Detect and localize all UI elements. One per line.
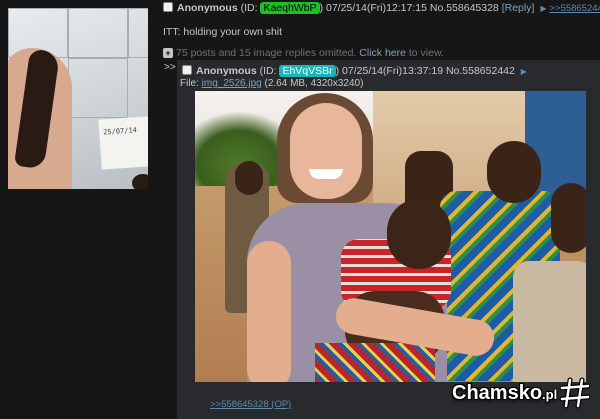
watermark-domain: .pl	[542, 386, 558, 402]
op-comment: ITT: holding your own shit	[163, 26, 283, 38]
click-here-link[interactable]: Click here	[359, 47, 406, 59]
chamsko-watermark: Chamsko.pl	[452, 377, 591, 409]
op-post-header: Anonymous (ID: KaeqhWbP) 07/25/14(Fri)12…	[163, 2, 600, 14]
watermark-brand: Chamsko	[452, 381, 543, 404]
watermark-text: Chamsko.pl	[452, 382, 557, 405]
floor-tile	[68, 8, 128, 58]
reply-post: Anonymous (ID: EhVqVSBr) 07/25/14(Fri)13…	[177, 60, 600, 419]
reply-select-checkbox[interactable]	[182, 65, 192, 75]
reply-poster-id[interactable]: EhVqVSBr	[279, 65, 336, 77]
op-poster-id[interactable]: KaeqhWbP	[260, 2, 320, 14]
reply-menu-arrow-icon[interactable]: ▶	[521, 67, 527, 76]
photo-child-right	[513, 261, 586, 382]
op-id-prefix: (ID:	[240, 2, 261, 14]
floor-tile	[68, 58, 128, 118]
photo-woman-face	[290, 103, 362, 199]
omitted-notice: +75 posts and 15 image replies omitted. …	[163, 47, 444, 59]
op-post-meta: ) 07/25/14(Fri)12:17:15 No.558645328	[319, 2, 499, 14]
file-name-link[interactable]: img_2526.jpg	[202, 78, 262, 89]
reply-side-arrows: >>	[164, 62, 176, 73]
photo-baby-head	[387, 199, 451, 269]
paper-note: 25/07/14	[98, 116, 148, 170]
reply-id-prefix: (ID:	[259, 65, 280, 77]
file-meta: (2.64 MB, 4320x3240)	[261, 78, 364, 89]
file-label: File:	[180, 78, 202, 89]
reply-post-meta: ) 07/25/14(Fri)13:37:19 No.558652442	[335, 65, 515, 77]
op-menu-arrow-icon[interactable]: ▶	[540, 4, 546, 13]
reply-backlink: >>558645328 (OP)	[210, 399, 291, 410]
photo-child-right-head	[551, 183, 586, 253]
photo-baby-wrap	[315, 343, 435, 382]
reply-image[interactable]	[195, 91, 586, 382]
dark-lump-shape	[132, 174, 148, 189]
reply-post-header: Anonymous (ID: EhVqVSBr) 07/25/14(Fri)13…	[182, 65, 530, 77]
reply-poster-name: Anonymous	[196, 65, 257, 77]
op-select-checkbox[interactable]	[163, 2, 173, 12]
paper-note-text: 25/07/14	[102, 126, 138, 137]
op-reply-link[interactable]: [Reply]	[502, 2, 535, 14]
photo-woman-smile	[309, 169, 343, 179]
op-image-thumbnail[interactable]: 25/07/14	[8, 8, 148, 189]
reply-file-info: File: img_2526.jpg (2.64 MB, 4320x3240)	[180, 78, 363, 89]
hashtag-logo-icon	[559, 377, 591, 409]
op-quote-link[interactable]: >>558652442	[549, 3, 600, 14]
photo-woman-arm-left	[247, 241, 291, 382]
omitted-text: 75 posts and 15 image replies omitted.	[176, 47, 357, 59]
photo-girl-head	[487, 141, 541, 203]
op-poster-name: Anonymous	[177, 2, 238, 14]
photo-child-left-head	[235, 161, 263, 195]
floor-tile	[128, 8, 148, 58]
expand-plus-icon[interactable]: +	[163, 48, 173, 58]
omitted-suffix: to view.	[405, 47, 444, 59]
backlink-op-link[interactable]: >>558645328 (OP)	[210, 399, 291, 410]
